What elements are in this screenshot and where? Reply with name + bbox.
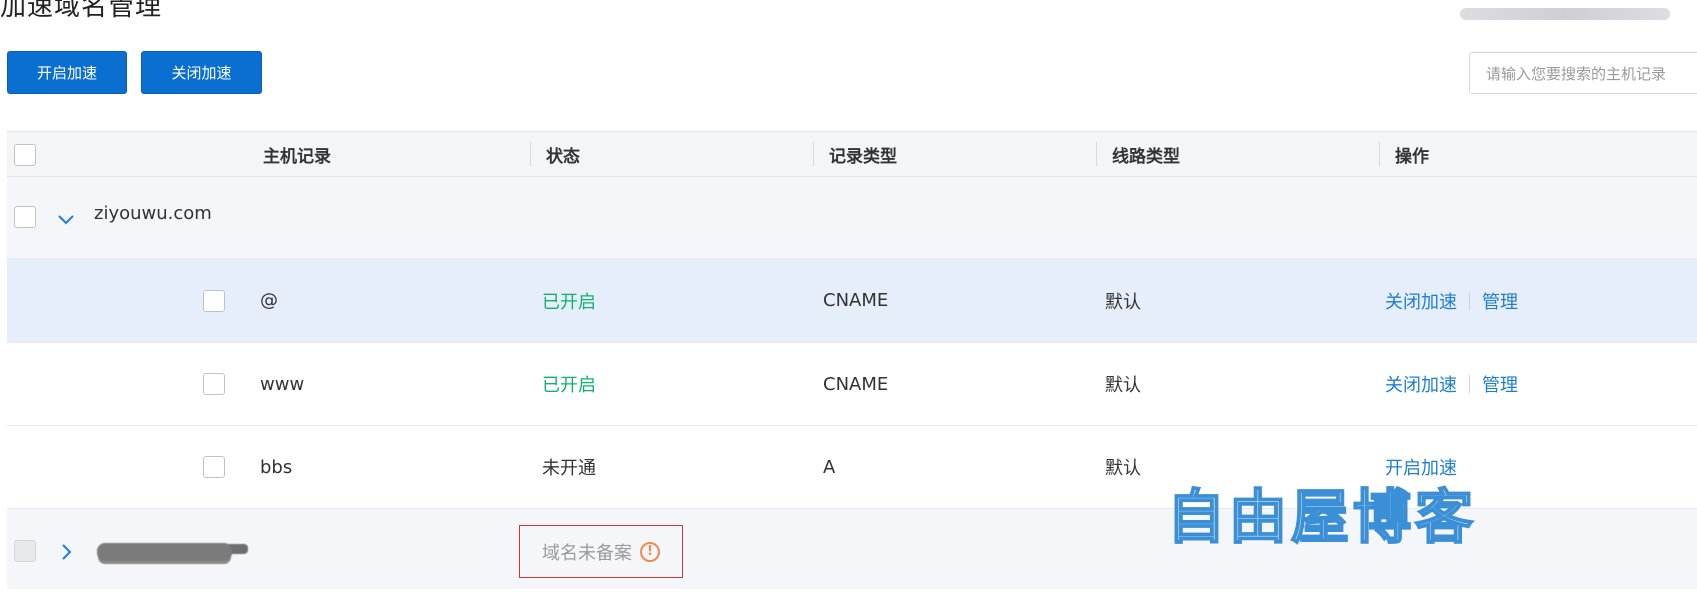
row-actions: 关闭加速 管理 bbox=[1385, 343, 1518, 425]
domain-group-row: 域名未备案 ! bbox=[7, 509, 1697, 589]
row-record-type: CNAME bbox=[823, 373, 889, 395]
chevron-right-icon[interactable] bbox=[55, 541, 77, 563]
table-row: @ 已开启 CNAME 默认 关闭加速 管理 bbox=[7, 259, 1697, 343]
table-row: bbs 未开通 A 默认 开启加速 bbox=[7, 426, 1697, 509]
manage-link[interactable]: 管理 bbox=[1482, 371, 1518, 397]
unfiled-status-label: 域名未备案 bbox=[542, 542, 632, 564]
column-host: 主机记录 bbox=[263, 146, 331, 167]
column-actions: 操作 bbox=[1395, 146, 1429, 167]
search-input[interactable]: 请输入您要搜索的主机记录 bbox=[1469, 52, 1697, 94]
domain-table: 主机记录 状态 记录类型 线路类型 操作 ziyouwu.com @ 已开启 C… bbox=[7, 131, 1697, 589]
column-line-type: 线路类型 bbox=[1112, 146, 1180, 167]
action-divider bbox=[1469, 291, 1470, 310]
row-actions: 关闭加速 管理 bbox=[1385, 259, 1518, 342]
row-checkbox[interactable] bbox=[203, 290, 225, 312]
table-header: 主机记录 状态 记录类型 线路类型 操作 bbox=[7, 131, 1697, 177]
group-checkbox-disabled bbox=[14, 540, 36, 562]
column-divider bbox=[813, 142, 814, 166]
row-checkbox[interactable] bbox=[203, 373, 225, 395]
column-status: 状态 bbox=[546, 146, 580, 167]
row-actions: 开启加速 bbox=[1385, 426, 1457, 508]
row-line-type: 默认 bbox=[1105, 291, 1141, 313]
redacted-domain bbox=[97, 543, 232, 561]
column-record-type: 记录类型 bbox=[829, 146, 897, 167]
row-status: 未开通 bbox=[542, 458, 596, 479]
manage-link[interactable]: 管理 bbox=[1482, 288, 1518, 314]
action-divider bbox=[1469, 375, 1470, 393]
row-record-type: CNAME bbox=[823, 290, 889, 311]
column-divider bbox=[530, 142, 531, 166]
row-host: www bbox=[260, 373, 305, 395]
unfiled-status: 域名未备案 ! bbox=[519, 525, 683, 578]
select-all-checkbox[interactable] bbox=[14, 144, 36, 166]
search-placeholder: 请输入您要搜索的主机记录 bbox=[1486, 64, 1667, 83]
page: 加速域名管理 开启加速 关闭加速 请输入您要搜索的主机记录 主机记录 状态 记录… bbox=[0, 0, 1697, 593]
page-title: 加速域名管理 bbox=[0, 0, 163, 22]
column-divider bbox=[1096, 142, 1097, 166]
group-domain: ziyouwu.com bbox=[94, 203, 212, 224]
enable-acceleration-link[interactable]: 开启加速 bbox=[1385, 454, 1457, 480]
row-status: 已开启 bbox=[542, 291, 596, 313]
column-divider bbox=[1379, 142, 1380, 166]
group-checkbox[interactable] bbox=[14, 206, 36, 228]
row-line-type: 默认 bbox=[1105, 375, 1141, 396]
row-status: 已开启 bbox=[542, 375, 596, 396]
row-host: bbs bbox=[260, 456, 293, 478]
row-host: @ bbox=[260, 290, 278, 311]
row-line-type: 默认 bbox=[1105, 458, 1141, 479]
disable-acceleration-button[interactable]: 关闭加速 bbox=[141, 51, 262, 94]
row-record-type: A bbox=[823, 456, 836, 478]
chevron-down-icon[interactable] bbox=[55, 208, 77, 230]
disable-acceleration-link[interactable]: 关闭加速 bbox=[1385, 288, 1457, 314]
table-row: www 已开启 CNAME 默认 关闭加速 管理 bbox=[7, 343, 1697, 426]
warning-icon[interactable]: ! bbox=[640, 541, 660, 562]
redacted-header-info bbox=[1460, 8, 1670, 20]
row-checkbox[interactable] bbox=[203, 456, 225, 478]
disable-acceleration-link[interactable]: 关闭加速 bbox=[1385, 371, 1457, 397]
enable-acceleration-button[interactable]: 开启加速 bbox=[7, 51, 127, 94]
domain-group-row: ziyouwu.com bbox=[7, 177, 1697, 259]
